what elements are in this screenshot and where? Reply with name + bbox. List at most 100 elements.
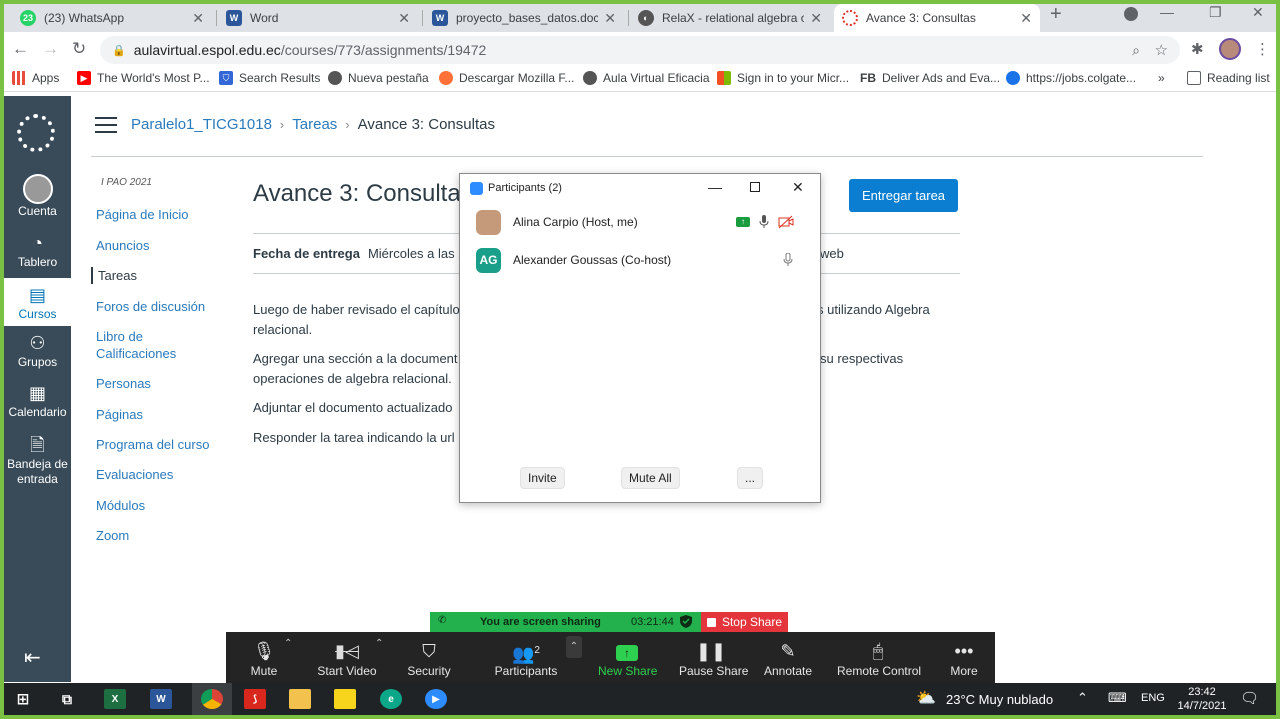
course-nav-libro[interactable]: Libro de [96, 328, 143, 345]
edge-icon[interactable]: e [380, 689, 402, 709]
file-explorer-icon[interactable] [289, 689, 311, 709]
zoom-icon[interactable]: ⌕ [1132, 42, 1140, 59]
word-icon[interactable]: W [150, 689, 172, 709]
notifications-icon[interactable]: 🗨 [1240, 689, 1259, 707]
bookmark-search-results[interactable]: ⛉ Search Results [219, 71, 320, 85]
course-nav-programa[interactable]: Programa del curso [96, 436, 209, 453]
course-nav-evaluaciones[interactable]: Evaluaciones [96, 466, 173, 483]
nav-calendario[interactable]: ▦ Calendario [4, 382, 71, 419]
acrobat-icon[interactable]: ⟆ [244, 689, 266, 709]
course-nav-personas[interactable]: Personas [96, 375, 151, 392]
keyboard-icon[interactable]: ⌨ [1108, 690, 1127, 706]
chevron-up-icon[interactable]: ⌃ [1077, 690, 1088, 706]
nav-grupos[interactable]: ⚇ Grupos [4, 332, 71, 369]
maximize-icon[interactable] [750, 182, 760, 192]
course-nav-inicio[interactable]: Página de Inicio [96, 206, 189, 223]
chrome-icon[interactable] [201, 689, 223, 709]
course-nav-paginas[interactable]: Páginas [96, 406, 143, 423]
zoom-app-icon[interactable]: ▶ [425, 689, 447, 709]
breadcrumb-tareas[interactable]: Tareas [292, 116, 337, 133]
annotate-button[interactable]: ✎ Annotate [763, 632, 813, 683]
bookmark-youtube[interactable]: ▶ The World's Most P... [77, 71, 210, 85]
bookmark-star-icon[interactable]: ☆ [1155, 41, 1168, 59]
excel-icon[interactable]: X [104, 689, 126, 709]
mute-button[interactable]: 🎙 Mute [244, 632, 284, 683]
menu-kebab-icon[interactable]: ⋮ [1255, 40, 1270, 58]
reading-list-icon [1187, 71, 1201, 85]
sticky-notes-icon[interactable] [334, 689, 356, 709]
new-share-button[interactable]: ↑ New Share [598, 632, 657, 683]
reading-list[interactable]: Reading list [1187, 71, 1270, 85]
minimize-icon[interactable]: — [708, 179, 722, 195]
forward-icon[interactable]: → [42, 39, 59, 59]
taskbar-clock[interactable]: 23:42 14/7/2021 [1172, 685, 1232, 713]
pause-share-button[interactable]: ❚❚ Pause Share [679, 632, 748, 683]
more-options-button[interactable]: ... [737, 467, 764, 489]
tab-whatsapp[interactable]: 23 (23) WhatsApp ✕ [12, 4, 212, 32]
weather-text[interactable]: 23°C Muy nublado [946, 692, 1053, 707]
course-nav-anuncios[interactable]: Anuncios [96, 237, 149, 254]
nav-cuenta[interactable]: Cuenta [4, 174, 71, 218]
nav-tablero[interactable]: ◔ Tablero [4, 232, 71, 269]
profile-avatar[interactable] [1219, 38, 1241, 60]
course-nav-modulos[interactable]: Módulos [96, 497, 145, 514]
bookmark-mozilla[interactable]: Descargar Mozilla F... [439, 71, 574, 85]
restore-icon[interactable]: ❐ [1209, 4, 1222, 21]
close-icon[interactable]: ✕ [792, 179, 804, 196]
hamburger-menu-icon[interactable] [95, 116, 117, 133]
breadcrumb-course[interactable]: Paralelo1_TICG1018 [131, 116, 272, 133]
minimize-icon[interactable]: — [1160, 4, 1174, 20]
stop-share-button[interactable]: Stop Share [701, 612, 788, 632]
security-button[interactable]: ⛉ Security [405, 632, 453, 683]
chevron-up-icon[interactable]: ⌃ [284, 638, 292, 649]
participant-row[interactable]: AG Alexander Goussas (Co-host) [476, 247, 806, 273]
tab-avance-3[interactable]: Avance 3: Consultas ✕ [834, 4, 1040, 32]
close-icon[interactable]: ✕ [192, 10, 204, 27]
windows-start-icon[interactable]: ⊞ [12, 689, 34, 709]
drag-handle-icon[interactable]: ✆ [438, 615, 446, 626]
weather-icon[interactable]: ⛅ [916, 688, 936, 708]
close-window-icon[interactable]: ✕ [1252, 4, 1264, 21]
chevron-up-icon[interactable]: ⌃ [566, 636, 582, 658]
mute-all-button[interactable]: Mute All [621, 467, 680, 489]
close-icon[interactable]: ✕ [398, 10, 410, 27]
tab-proyecto-docx[interactable]: W proyecto_bases_datos.docx ✕ [424, 4, 624, 32]
bookmark-nueva-pestana[interactable]: Nueva pestaña [328, 71, 429, 85]
nav-bandeja[interactable]: 🗎 Bandeja de entrada [4, 434, 71, 487]
reload-icon[interactable]: ↻ [72, 39, 86, 59]
nav-cursos[interactable]: ▤ Cursos [4, 278, 71, 326]
course-nav-calificaciones[interactable]: Calificaciones [96, 345, 176, 362]
new-tab-icon[interactable]: + [1050, 3, 1062, 26]
bookmark-colgate-jobs[interactable]: https://jobs.colgate... [1006, 71, 1136, 85]
participant-row[interactable]: Alina Carpio (Host, me) ↑ [476, 209, 806, 235]
tab-search-icon[interactable] [1124, 7, 1138, 21]
tab-relax[interactable]: ◐ RelaX - relational algebra calc ✕ [630, 4, 830, 32]
participants-button[interactable]: 👥2 Participants [494, 632, 558, 683]
extensions-icon[interactable]: ✱ [1191, 40, 1204, 58]
task-view-icon[interactable]: ⧉ [56, 689, 78, 709]
submit-assignment-button[interactable]: Entregar tarea [849, 179, 958, 212]
start-video-button[interactable]: ▮◁ Start Video [316, 632, 378, 683]
bookmark-aula-virtual[interactable]: Aula Virtual Eficacia [583, 71, 710, 85]
tab-word[interactable]: W Word ✕ [218, 4, 418, 32]
more-button[interactable]: ••• More [948, 632, 980, 683]
back-icon[interactable]: ← [12, 39, 29, 59]
language-indicator[interactable]: ENG [1141, 692, 1165, 704]
bookmark-microsoft[interactable]: Sign in to your Micr... [717, 71, 849, 85]
address-bar[interactable]: 🔒 aulavirtual.espol.edu.ec/courses/773/a… [100, 36, 1180, 64]
bookmark-apps[interactable]: Apps [12, 71, 59, 85]
invite-button[interactable]: Invite [520, 467, 565, 489]
collapse-nav-icon[interactable]: ⇤ [24, 645, 41, 670]
close-icon[interactable]: ✕ [604, 10, 616, 27]
close-icon[interactable]: ✕ [810, 10, 822, 27]
canvas-logo-icon[interactable] [17, 114, 55, 152]
remote-control-button[interactable]: 🖱 Remote Control [837, 632, 921, 683]
close-icon[interactable]: ✕ [1020, 10, 1032, 27]
bookmarks-overflow[interactable]: » [1158, 71, 1165, 85]
course-nav-zoom[interactable]: Zoom [96, 527, 129, 544]
course-nav-foros[interactable]: Foros de discusión [96, 298, 205, 315]
course-nav-tareas[interactable]: Tareas [91, 267, 137, 284]
chevron-up-icon[interactable]: ⌃ [375, 638, 383, 649]
bookmark-fb-ads[interactable]: FB Deliver Ads and Eva... [860, 71, 1000, 85]
screen-sharing-banner[interactable]: ✆ You are screen sharing 03:21:44 [430, 612, 701, 632]
